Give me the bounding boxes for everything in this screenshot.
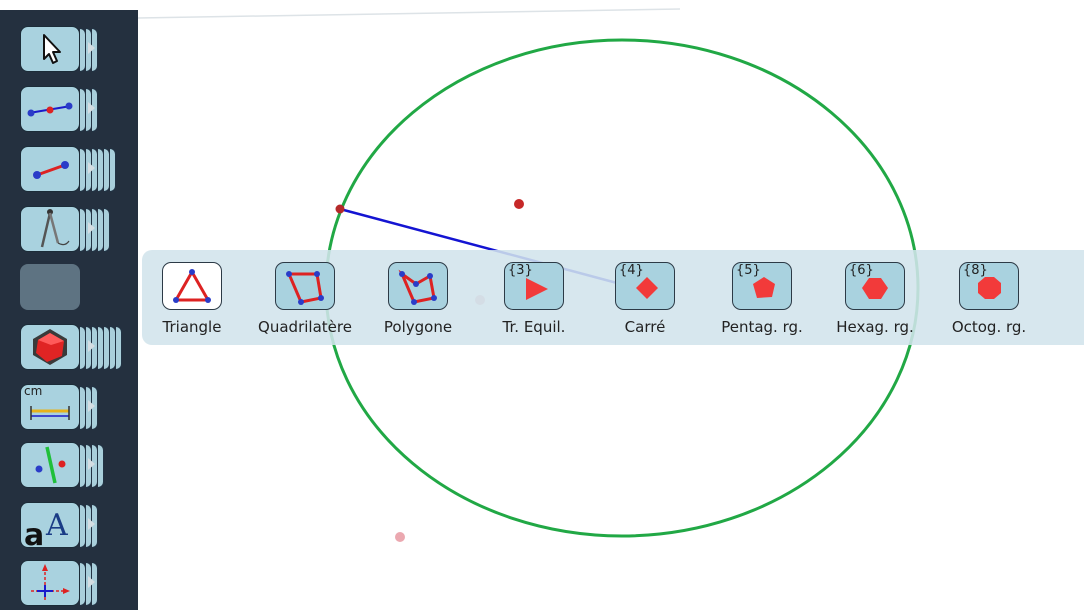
- triangle-tool[interactable]: Triangle: [132, 262, 252, 342]
- polygon-label: Polygone: [383, 318, 453, 336]
- reflection-icon: [35, 446, 66, 484]
- transform-tool-button[interactable]: [20, 442, 104, 490]
- point-faded[interactable]: [395, 532, 405, 542]
- text-tool-button[interactable]: A a: [20, 502, 98, 550]
- symbol-3: {3}: [508, 263, 533, 278]
- point-on-circle[interactable]: [335, 204, 345, 214]
- polygon-free-tool[interactable]: Polygone: [358, 262, 478, 342]
- quadrilateral-tool[interactable]: Quadrilatère: [245, 262, 365, 342]
- equilateral-triangle-label: Tr. Equil.: [502, 318, 566, 336]
- symbol-5: {5}: [736, 263, 761, 278]
- pentagon-label: Pentag. rg.: [721, 318, 803, 336]
- segment-tool-button[interactable]: [20, 146, 116, 194]
- pointer-tool-button[interactable]: [20, 26, 98, 74]
- triangle-icon: [173, 268, 211, 303]
- pentagon-tool[interactable]: {5} Pentag. rg.: [702, 262, 822, 342]
- polygon-tool-button[interactable]: [20, 324, 122, 372]
- arrow-cursor-icon: [43, 34, 61, 64]
- quadrilateral-icon: [286, 271, 324, 305]
- hexagon-label: Hexag. rg.: [836, 318, 914, 336]
- point-free[interactable]: [514, 199, 524, 209]
- cm-label: cm: [24, 384, 43, 398]
- empty-tool-slot[interactable]: [20, 264, 80, 312]
- segment-icon: [33, 161, 69, 179]
- triangle-label: Triangle: [162, 318, 222, 336]
- square-tool[interactable]: {4} Carré: [585, 262, 705, 342]
- svg-text:a: a: [24, 518, 44, 547]
- compass-tool-button[interactable]: [20, 206, 110, 254]
- axes-icon: [31, 564, 70, 601]
- quadrilateral-label: Quadrilatère: [258, 318, 352, 336]
- octagon-tool[interactable]: {8} Octog. rg.: [929, 262, 1049, 342]
- polygon-tool-menu: Triangle Quadrilatère Polygone {3} Tr. E…: [142, 250, 1084, 345]
- hexagon-tool[interactable]: {6} Hexag. rg.: [815, 262, 935, 342]
- equilateral-triangle-tool[interactable]: {3} Tr. Equil.: [474, 262, 594, 342]
- points-on-line-icon: [27, 102, 73, 117]
- svg-text:A: A: [45, 508, 68, 543]
- compass-icon: [40, 209, 70, 248]
- measure-tool-button[interactable]: cm: [20, 384, 98, 432]
- axes-tool-button[interactable]: [20, 560, 98, 608]
- polyhedron-icon: [33, 329, 67, 365]
- octagon-label: Octog. rg.: [951, 318, 1027, 336]
- top-edge-line: [138, 8, 681, 19]
- text-aA-icon: A a: [24, 508, 68, 547]
- polygon-icon: [398, 269, 437, 305]
- symbol-6: {6}: [849, 263, 874, 278]
- symbol-4: {4}: [619, 263, 644, 278]
- symbol-8: {8}: [963, 263, 988, 278]
- point-line-tool-button[interactable]: [20, 86, 98, 134]
- toolbar-sidebar: cm A a: [0, 10, 138, 610]
- square-label: Carré: [624, 318, 666, 336]
